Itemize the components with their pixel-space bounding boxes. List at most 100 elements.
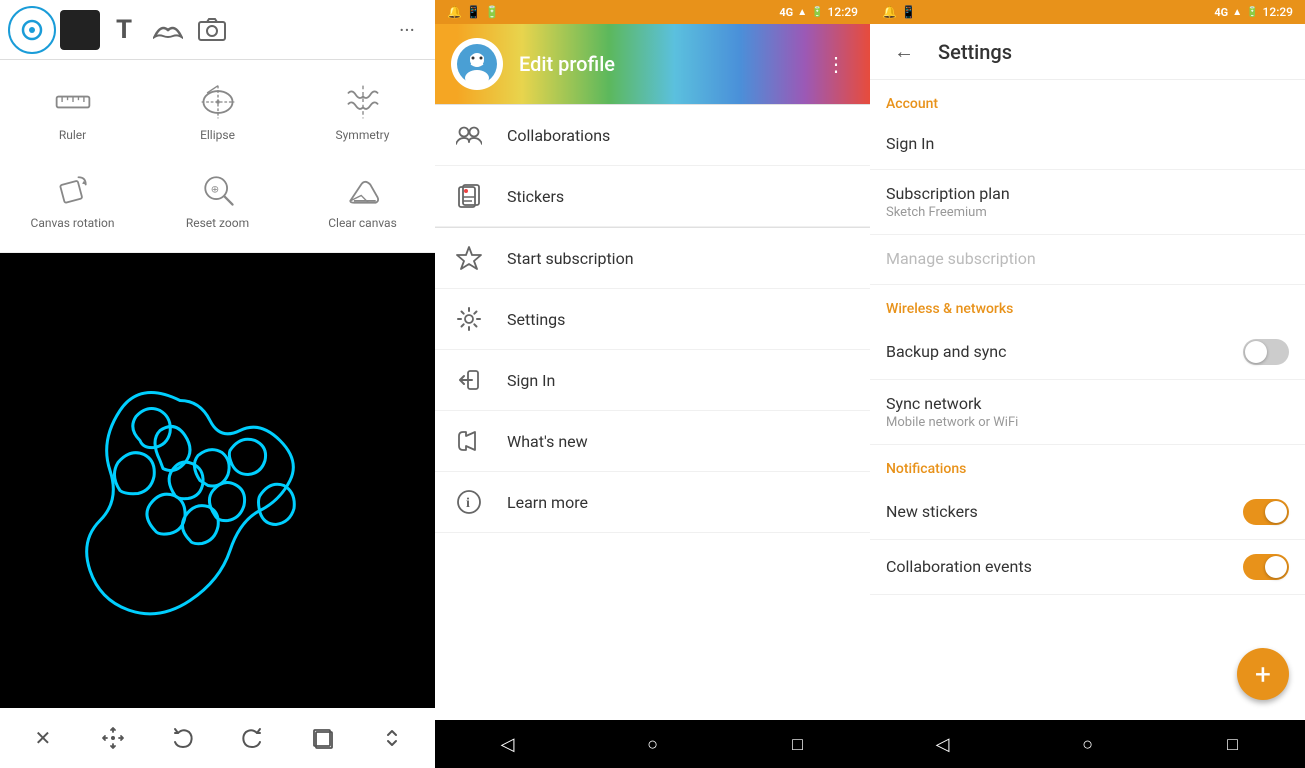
nav-recents-btn[interactable]: □ xyxy=(774,720,822,768)
svg-text:⊕: ⊕ xyxy=(210,185,218,196)
menu-status-icons-left: 🔔 📱 🔋 xyxy=(447,5,500,19)
settings-label: Settings xyxy=(507,310,565,329)
settings-manage-subscription: Manage subscription xyxy=(870,235,1305,285)
more-tools-btn[interactable]: ··· xyxy=(387,10,427,50)
collaboration-events-title: Collaboration events xyxy=(886,557,1032,576)
stickers-label: Stickers xyxy=(507,187,564,206)
whats-new-label: What's new xyxy=(507,432,588,451)
redo-btn[interactable] xyxy=(232,718,272,758)
menu-header: Edit profile ⋮ xyxy=(435,24,870,104)
svg-text:i: i xyxy=(466,496,470,511)
sync-network-title: Sync network xyxy=(886,394,1289,413)
menu-item-sign-in[interactable]: Sign In xyxy=(435,350,870,411)
menu-network-label: 4G xyxy=(779,6,793,19)
wireless-section-header: Wireless & networks xyxy=(870,285,1305,325)
symmetry-tool[interactable]: Symmetry xyxy=(290,68,435,156)
sign-in-label: Sign In xyxy=(507,371,555,390)
settings-status-bar: 🔔 📱 4G ▲ 🔋 12:29 xyxy=(870,0,1305,24)
nav-home-btn[interactable]: ○ xyxy=(629,720,677,768)
settings-title: Settings xyxy=(938,40,1012,64)
menu-panel: 🔔 📱 🔋 4G ▲ 🔋 12:29 xyxy=(435,0,870,768)
text-tool-btn[interactable]: T xyxy=(104,10,144,50)
collaborations-label: Collaborations xyxy=(507,126,610,145)
settings-nav-back-btn[interactable]: ◁ xyxy=(919,720,967,768)
stamp-tool-btn[interactable] xyxy=(148,10,188,50)
settings-new-stickers[interactable]: New stickers xyxy=(870,485,1305,540)
manage-subscription-title: Manage subscription xyxy=(886,249,1289,268)
notifications-section-header: Notifications xyxy=(870,445,1305,485)
menu-nav-bar: ◁ ○ □ xyxy=(435,720,870,768)
menu-more-button[interactable]: ⋮ xyxy=(818,46,854,82)
settings-panel: 🔔 📱 4G ▲ 🔋 12:29 ← Settings Account Sign… xyxy=(870,0,1305,768)
ellipse-label: Ellipse xyxy=(200,128,235,142)
sync-network-subtitle: Mobile network or WiFi xyxy=(886,415,1289,430)
clear-canvas-tool[interactable]: Clear canvas xyxy=(290,156,435,244)
settings-icon xyxy=(455,305,483,333)
symmetry-label: Symmetry xyxy=(336,128,390,142)
collaborations-icon xyxy=(455,121,483,149)
menu-avatar[interactable] xyxy=(451,38,503,90)
canvas-area[interactable] xyxy=(0,253,435,708)
menu-item-collaborations[interactable]: Collaborations xyxy=(435,105,870,166)
settings-nav-home-btn[interactable]: ○ xyxy=(1064,720,1112,768)
move-btn[interactable] xyxy=(93,718,133,758)
subscription-plan-subtitle: Sketch Freemium xyxy=(886,205,1289,220)
photo-tool-btn[interactable] xyxy=(192,10,232,50)
layers-btn[interactable] xyxy=(302,718,342,758)
collaboration-events-toggle[interactable] xyxy=(1243,554,1289,580)
settings-time: 12:29 xyxy=(1263,5,1293,19)
menu-item-whats-new[interactable]: What's new xyxy=(435,411,870,472)
account-section-header: Account xyxy=(870,80,1305,120)
canvas-rotation-tool[interactable]: Canvas rotation xyxy=(0,156,145,244)
ruler-label: Ruler xyxy=(59,128,86,142)
clear-canvas-label: Clear canvas xyxy=(328,216,397,230)
settings-nav-bar: ◁ ○ □ xyxy=(870,720,1305,768)
ruler-tool[interactable]: Ruler xyxy=(0,68,145,156)
whats-new-icon xyxy=(455,427,483,455)
settings-backup-sync[interactable]: Backup and sync xyxy=(870,325,1305,380)
pen-tool-btn[interactable] xyxy=(8,6,56,54)
settings-nav-recents-btn[interactable]: □ xyxy=(1209,720,1257,768)
ellipse-tool[interactable]: Ellipse xyxy=(145,68,290,156)
sign-in-title: Sign In xyxy=(886,134,1289,153)
backup-sync-toggle[interactable] xyxy=(1243,339,1289,365)
collaboration-events-knob xyxy=(1265,556,1287,578)
start-subscription-icon xyxy=(455,244,483,272)
learn-more-label: Learn more xyxy=(507,493,588,512)
settings-back-button[interactable]: ← xyxy=(886,34,922,70)
expand-btn[interactable] xyxy=(372,718,412,758)
menu-item-stickers[interactable]: Stickers xyxy=(435,166,870,227)
menu-time: 12:29 xyxy=(828,5,858,19)
canvas-rotation-label: Canvas rotation xyxy=(31,216,115,230)
menu-item-learn-more[interactable]: i Learn more xyxy=(435,472,870,533)
tools-grid: Ruler Ellipse Symmetry xyxy=(0,60,435,253)
settings-status-icons-right: 4G ▲ 🔋 12:29 xyxy=(1214,5,1293,19)
stickers-icon xyxy=(455,182,483,210)
settings-collaboration-events[interactable]: Collaboration events xyxy=(870,540,1305,595)
close-btn[interactable]: ✕ xyxy=(23,718,63,758)
color-swatch[interactable] xyxy=(60,10,100,50)
menu-header-title: Edit profile xyxy=(519,52,615,76)
settings-subscription-plan[interactable]: Subscription plan Sketch Freemium xyxy=(870,170,1305,235)
menu-list: Collaborations Stickers Start subscripti… xyxy=(435,104,870,720)
settings-header: ← Settings xyxy=(870,24,1305,80)
menu-item-start-subscription[interactable]: Start subscription xyxy=(435,228,870,289)
menu-item-settings[interactable]: Settings xyxy=(435,289,870,350)
reset-zoom-tool[interactable]: ⊕ Reset zoom xyxy=(145,156,290,244)
new-stickers-title: New stickers xyxy=(886,502,978,521)
settings-sign-in[interactable]: Sign In xyxy=(870,120,1305,170)
sign-in-icon xyxy=(455,366,483,394)
subscription-plan-title: Subscription plan xyxy=(886,184,1289,203)
nav-back-btn[interactable]: ◁ xyxy=(484,720,532,768)
fab-button[interactable]: + xyxy=(1237,648,1289,700)
menu-status-bar: 🔔 📱 🔋 4G ▲ 🔋 12:29 xyxy=(435,0,870,24)
settings-sync-network[interactable]: Sync network Mobile network or WiFi xyxy=(870,380,1305,445)
new-stickers-knob xyxy=(1265,501,1287,523)
settings-status-icons-left: 🔔 📱 xyxy=(882,5,916,19)
reset-zoom-label: Reset zoom xyxy=(186,216,249,230)
new-stickers-toggle[interactable] xyxy=(1243,499,1289,525)
settings-list: Account Sign In Subscription plan Sketch… xyxy=(870,80,1305,720)
drawing-toolbar-top: T ··· xyxy=(0,0,435,60)
menu-status-icons-right: 4G ▲ 🔋 12:29 xyxy=(779,5,858,19)
undo-btn[interactable] xyxy=(163,718,203,758)
